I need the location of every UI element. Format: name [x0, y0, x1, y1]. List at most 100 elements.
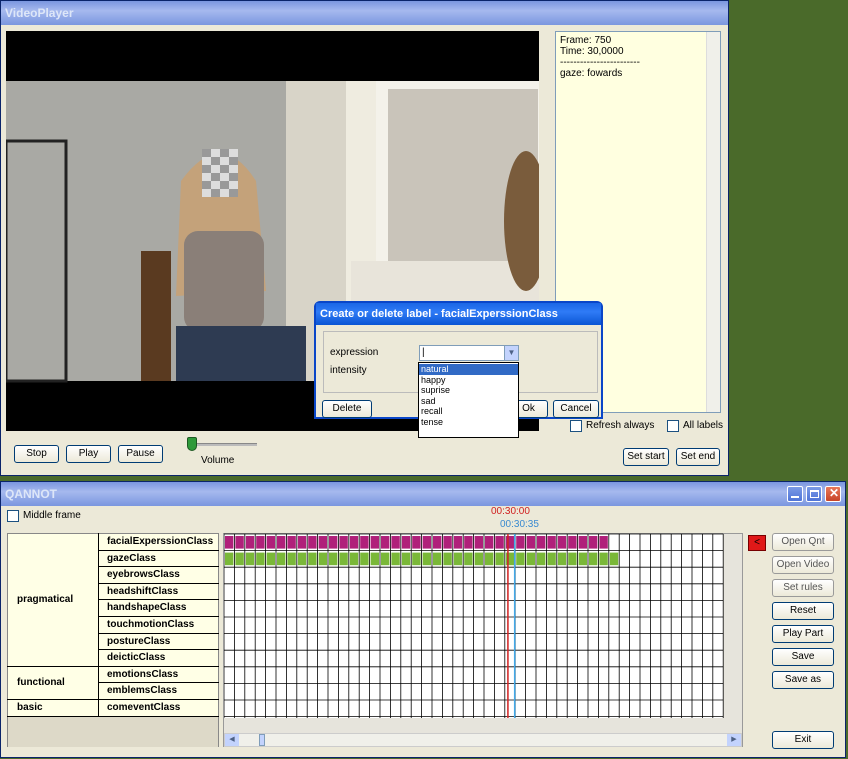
annotation-segment[interactable]: [599, 552, 608, 566]
annotation-segment[interactable]: [401, 552, 411, 566]
class-row-postureClass[interactable]: postureClass: [98, 634, 219, 651]
class-row-comeventClass[interactable]: comeventClass: [98, 700, 219, 717]
annotation-segment[interactable]: [568, 536, 577, 549]
scroll-right-button[interactable]: ▶: [727, 734, 741, 746]
option-happy[interactable]: happy: [419, 375, 518, 386]
scroll-thumb[interactable]: [259, 734, 265, 746]
annotation-segment[interactable]: [474, 536, 483, 549]
expression-dropdown-list[interactable]: natural happy suprise sad recall tense: [418, 362, 519, 438]
info-scrollbar[interactable]: [706, 32, 720, 412]
annotation-segment[interactable]: [589, 552, 598, 566]
class-row-gazeClass[interactable]: gazeClass: [98, 551, 219, 568]
annotation-segment[interactable]: [422, 552, 431, 566]
annotation-segment[interactable]: [557, 536, 567, 549]
save-as-button[interactable]: Save as: [772, 671, 834, 689]
save-button[interactable]: Save: [772, 648, 834, 666]
annotation-segment[interactable]: [495, 536, 504, 549]
refresh-always-checkbox[interactable]: [570, 420, 582, 432]
option-tense[interactable]: tense: [419, 417, 518, 428]
annotation-segment[interactable]: [526, 552, 535, 566]
annotation-segment[interactable]: [349, 536, 359, 549]
annotation-segment[interactable]: [557, 552, 567, 566]
exit-button[interactable]: Exit: [772, 731, 834, 749]
annotation-segment[interactable]: [547, 552, 556, 566]
annotation-segment[interactable]: [464, 536, 473, 549]
annotation-segment[interactable]: [453, 552, 463, 566]
annotation-segment[interactable]: [505, 536, 515, 549]
annotation-segment[interactable]: [287, 552, 296, 566]
annotation-segment[interactable]: [235, 552, 244, 566]
annotation-segment[interactable]: [349, 552, 359, 566]
scroll-left-button[interactable]: ◀: [225, 734, 239, 746]
annotation-segment[interactable]: [578, 536, 587, 549]
annotation-segment[interactable]: [505, 552, 515, 566]
annotation-segment[interactable]: [412, 536, 421, 549]
annotation-segment[interactable]: [287, 536, 296, 549]
volume-track[interactable]: [191, 443, 257, 446]
annotation-segment[interactable]: [225, 536, 234, 549]
annotation-segment[interactable]: [329, 536, 338, 549]
annotation-segment[interactable]: [308, 552, 317, 566]
class-row-facialExperssionClass[interactable]: facialExperssionClass: [98, 534, 219, 551]
annotation-segment[interactable]: [266, 536, 275, 549]
annotation-segment[interactable]: [578, 552, 587, 566]
annotation-segment[interactable]: [391, 536, 400, 549]
annotation-segment[interactable]: [360, 552, 369, 566]
annotation-segment[interactable]: [235, 536, 244, 549]
annotation-segment[interactable]: [339, 536, 348, 549]
annotation-segment[interactable]: [308, 536, 317, 549]
option-sad[interactable]: sad: [419, 396, 518, 407]
marker-button[interactable]: <: [748, 535, 766, 551]
annotation-segment[interactable]: [568, 552, 577, 566]
annotation-segment[interactable]: [443, 536, 452, 549]
option-natural[interactable]: natural: [419, 364, 518, 375]
annotation-segment[interactable]: [464, 552, 473, 566]
pause-button[interactable]: Pause: [118, 445, 163, 463]
annotation-segment[interactable]: [370, 536, 379, 549]
class-row-headshiftClass[interactable]: headshiftClass: [98, 584, 219, 601]
annotation-segment[interactable]: [256, 552, 265, 566]
annotation-segment[interactable]: [453, 536, 463, 549]
annotation-segment[interactable]: [526, 536, 535, 549]
class-row-handshapeClass[interactable]: handshapeClass: [98, 600, 219, 617]
annotation-segment[interactable]: [599, 536, 608, 549]
chevron-down-icon[interactable]: ▼: [504, 346, 518, 360]
annotation-segment[interactable]: [537, 552, 546, 566]
annotation-segment[interactable]: [297, 536, 307, 549]
annotation-segment[interactable]: [360, 536, 369, 549]
annotation-segment[interactable]: [485, 536, 494, 549]
annotation-segment[interactable]: [485, 552, 494, 566]
annotation-segment[interactable]: [245, 536, 255, 549]
annotation-segment[interactable]: [443, 552, 452, 566]
annotation-segment[interactable]: [537, 536, 546, 549]
annotation-segment[interactable]: [401, 536, 411, 549]
class-row-eyebrowsClass[interactable]: eyebrowsClass: [98, 567, 219, 584]
annotation-segment[interactable]: [422, 536, 431, 549]
annotation-segment[interactable]: [433, 552, 442, 566]
annotation-segment[interactable]: [516, 536, 525, 549]
annotation-segment[interactable]: [318, 536, 327, 549]
annotation-segment[interactable]: [318, 552, 327, 566]
annotation-segment[interactable]: [225, 552, 234, 566]
annotation-segment[interactable]: [547, 536, 556, 549]
annotation-segment[interactable]: [609, 552, 619, 566]
delete-button[interactable]: Delete: [322, 400, 372, 418]
annotation-segment[interactable]: [297, 552, 307, 566]
class-row-emblemsClass[interactable]: emblemsClass: [98, 683, 219, 700]
annotation-segment[interactable]: [277, 552, 286, 566]
open-qnt-button[interactable]: Open Qnt: [772, 533, 834, 551]
option-suprise[interactable]: suprise: [419, 385, 518, 396]
reset-button[interactable]: Reset: [772, 602, 834, 620]
set-start-button[interactable]: Set start: [623, 448, 669, 466]
annotation-grid[interactable]: [224, 533, 724, 718]
annotation-segment[interactable]: [245, 552, 255, 566]
annotation-segment[interactable]: [516, 552, 525, 566]
play-button[interactable]: Play: [66, 445, 111, 463]
option-recall[interactable]: recall: [419, 406, 518, 417]
class-row-deicticClass[interactable]: deicticClass: [98, 650, 219, 667]
annotation-segment[interactable]: [412, 552, 421, 566]
annotation-segment[interactable]: [256, 536, 265, 549]
annotation-segment[interactable]: [391, 552, 400, 566]
annotation-segment[interactable]: [589, 536, 598, 549]
maximize-button[interactable]: [806, 486, 822, 502]
